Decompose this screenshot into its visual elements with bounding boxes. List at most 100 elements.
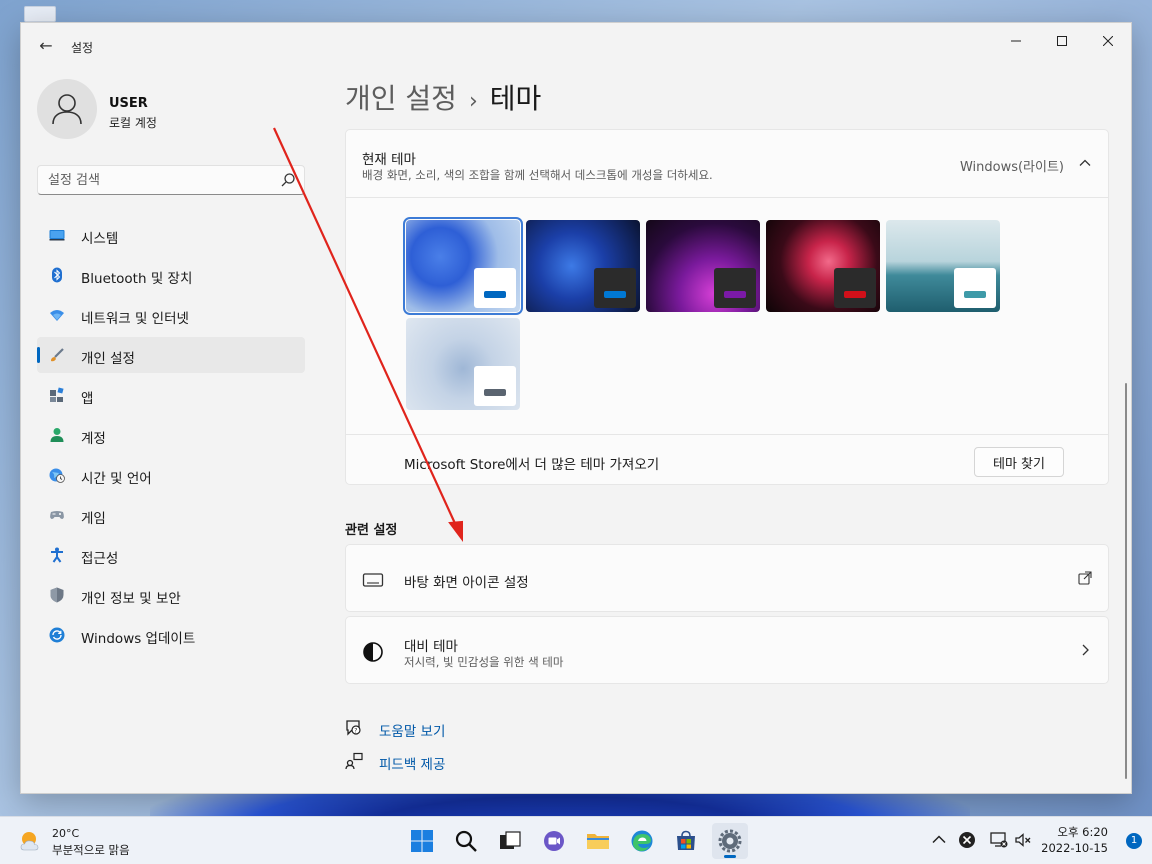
sidebar-item-personalization[interactable]: 개인 설정 — [37, 337, 305, 373]
sidebar-item-label: 시스템 — [81, 231, 119, 247]
notification-badge[interactable]: 1 — [1126, 833, 1142, 849]
theme-preview-panel — [834, 268, 876, 308]
account-type: 로컬 계정 — [109, 116, 157, 130]
desktop-shortcut-icon[interactable] — [24, 6, 56, 22]
theme-thumbnail-sunrise[interactable] — [886, 220, 1000, 312]
taskbar-clock[interactable]: 오후 6:20 2022-10-15 — [1041, 824, 1108, 856]
sidebar-item-gaming[interactable]: 게임 — [37, 497, 305, 533]
contrast-themes-row[interactable]: 대비 테마 저시력, 빛 민감성을 위한 색 테마 — [345, 616, 1109, 684]
partly-sunny-icon — [20, 832, 39, 851]
weather-condition: 부분적으로 맑음 — [52, 843, 130, 857]
settings-app-button[interactable] — [712, 823, 748, 859]
theme-thumbnail-windows-dark[interactable] — [526, 220, 640, 312]
shield-icon — [50, 587, 64, 603]
sidebar-item-label: Bluetooth 및 장치 — [81, 271, 193, 287]
chat-icon — [544, 831, 564, 851]
svg-text:?: ? — [354, 727, 357, 734]
search-box[interactable] — [37, 165, 305, 195]
theme-thumbnail-glow[interactable] — [646, 220, 760, 312]
theme-thumbnail-flow[interactable] — [406, 318, 520, 410]
store-bag-icon — [677, 830, 695, 850]
accessibility-icon — [51, 547, 63, 563]
update-icon — [49, 627, 65, 643]
task-view-icon — [500, 831, 521, 849]
tray-app-close-icon[interactable] — [958, 831, 976, 849]
weather-widget[interactable]: 20°C 부분적으로 맑음 — [18, 826, 158, 858]
chat-button[interactable] — [536, 823, 572, 859]
clock-time: 오후 6:20 — [1057, 825, 1108, 839]
minimize-button[interactable] — [993, 27, 1039, 57]
file-explorer-button[interactable] — [580, 823, 616, 859]
volume-muted-icon[interactable] — [1014, 831, 1032, 849]
contrast-icon — [363, 642, 383, 662]
theme-preview-panel — [594, 268, 636, 308]
content-scrollbar[interactable] — [1125, 383, 1127, 779]
give-feedback-link[interactable]: 피드백 제공 — [345, 752, 545, 773]
weather-temperature: 20°C — [52, 827, 80, 840]
title-bar: ← 설정 — [21, 23, 1131, 69]
breadcrumb: 개인 설정 › 테마 — [345, 77, 541, 117]
contrast-themes-description: 저시력, 빛 민감성을 위한 색 테마 — [404, 655, 564, 669]
sidebar-item-label: 개인 설정 — [81, 351, 135, 367]
taskbar-search-button[interactable] — [448, 823, 484, 859]
sidebar-item-label: 네트워크 및 인터넷 — [81, 311, 189, 327]
maximize-button[interactable] — [1039, 27, 1085, 57]
desktop-monitor-icon — [362, 573, 384, 587]
desktop-icon-settings-row[interactable]: 바탕 화면 아이콘 설정 — [345, 544, 1109, 612]
task-view-button[interactable] — [492, 823, 528, 859]
sidebar-item-accessibility[interactable]: 접근성 — [37, 537, 305, 573]
sidebar-nav: 시스템 Bluetooth 및 장치 네트워크 및 인터넷 개인 설정 앱 계정… — [37, 217, 305, 657]
theme-preview-panel — [474, 366, 516, 406]
chevron-up-tray-icon[interactable] — [930, 831, 948, 849]
sidebar-item-windows-update[interactable]: Windows 업데이트 — [37, 617, 305, 653]
clock-date: 2022-10-15 — [1041, 841, 1108, 855]
sidebar-item-label: 게임 — [81, 511, 106, 527]
sidebar-item-apps[interactable]: 앱 — [37, 377, 305, 413]
theme-accent-bar — [484, 389, 506, 396]
sidebar-item-bluetooth[interactable]: Bluetooth 및 장치 — [37, 257, 305, 293]
gear-icon — [718, 829, 742, 853]
theme-thumbnail-windows-light[interactable] — [403, 217, 523, 315]
microsoft-store-button[interactable] — [668, 823, 704, 859]
sidebar-item-privacy[interactable]: 개인 정보 및 보안 — [37, 577, 305, 613]
wifi-icon — [50, 310, 64, 321]
sidebar-item-network[interactable]: 네트워크 및 인터넷 — [37, 297, 305, 333]
theme-thumbnail-captured-motion[interactable] — [766, 220, 880, 312]
theme-preview-panel — [954, 268, 996, 308]
sidebar-item-time-language[interactable]: 시간 및 언어 — [37, 457, 305, 493]
sidebar-item-accounts[interactable]: 계정 — [37, 417, 305, 453]
network-disconnected-icon[interactable] — [990, 831, 1008, 849]
start-button[interactable] — [404, 823, 440, 859]
windows-logo-icon — [411, 830, 433, 852]
folder-icon — [587, 834, 609, 849]
minimize-icon — [1011, 40, 1021, 42]
help-chat-icon: ? — [346, 720, 361, 736]
contrast-themes-label: 대비 테마 — [404, 639, 458, 655]
page-title: 테마 — [489, 82, 542, 115]
close-icon — [1102, 35, 1114, 47]
sidebar-item-system[interactable]: 시스템 — [37, 217, 305, 253]
breadcrumb-parent[interactable]: 개인 설정 — [345, 82, 457, 115]
breadcrumb-separator: › — [468, 89, 478, 114]
get-help-label: 도움말 보기 — [379, 724, 446, 740]
find-themes-button[interactable]: 테마 찾기 — [974, 447, 1064, 477]
user-profile[interactable]: USER 로컬 계정 — [37, 79, 317, 143]
sidebar-item-label: 접근성 — [81, 551, 119, 567]
current-theme-header[interactable]: 현재 테마 배경 화면, 소리, 색의 조합을 함께 선택해서 데스크톱에 개성… — [346, 130, 1108, 198]
bluetooth-icon — [52, 267, 62, 283]
feedback-icon — [345, 752, 363, 770]
store-themes-text: Microsoft Store에서 더 많은 테마 가져오기 — [404, 457, 660, 473]
back-arrow-icon[interactable]: ← — [33, 35, 59, 57]
theme-accent-bar — [964, 291, 986, 298]
globe-clock-icon — [49, 468, 65, 483]
close-button[interactable] — [1085, 27, 1131, 57]
sidebar-item-label: Windows 업데이트 — [81, 631, 196, 647]
chevron-up-icon[interactable] — [1078, 156, 1092, 170]
edge-browser-button[interactable] — [624, 823, 660, 859]
search-input[interactable] — [48, 166, 268, 194]
get-help-link[interactable]: ? 도움말 보기 — [345, 719, 545, 740]
monitor-icon — [49, 230, 65, 241]
theme-accent-bar — [724, 291, 746, 298]
search-icon[interactable] — [280, 172, 296, 188]
external-link-icon — [1078, 571, 1092, 585]
